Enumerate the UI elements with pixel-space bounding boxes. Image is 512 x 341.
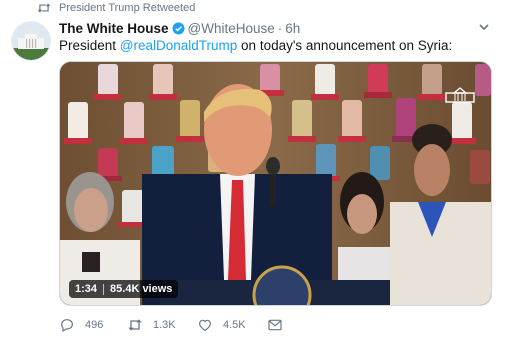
tweet-text: President @realDonaldTrump on today's an… (59, 38, 452, 53)
video-player[interactable]: 1:34 85.4K views (59, 61, 492, 306)
timestamp[interactable]: 6h (285, 21, 300, 36)
verified-badge-icon (172, 22, 184, 34)
heart-icon (199, 319, 211, 332)
like-button[interactable]: 4.5K (197, 317, 267, 333)
white-house-avatar-image (12, 22, 50, 60)
mention-link[interactable]: @realDonaldTrump (120, 38, 238, 53)
video-duration: 1:34 (75, 283, 98, 295)
separator-dot: · (277, 20, 283, 36)
direct-message-button[interactable] (267, 317, 293, 333)
avatar[interactable] (11, 21, 51, 61)
video-thumbnail (60, 62, 491, 305)
video-duration-badge: 1:34 85.4K views (69, 280, 179, 298)
chevron-down-icon[interactable] (478, 21, 490, 33)
tweet-header: The White House @WhiteHouse · 6h (59, 19, 482, 37)
retweet-context[interactable]: President Trump Retweeted (37, 0, 195, 16)
white-house-logo-icon (445, 87, 475, 103)
tweet-text-end: on today's announcement on Syria: (237, 38, 453, 53)
retweet-icon (37, 3, 51, 13)
retweet-button[interactable]: 1.3K (127, 317, 197, 333)
retweet-count: 1.3K (153, 319, 176, 331)
display-name[interactable]: The White House (59, 21, 169, 36)
badge-divider (103, 283, 105, 295)
retweet-icon (128, 319, 142, 331)
like-count: 4.5K (223, 319, 246, 331)
handle[interactable]: @WhiteHouse (188, 21, 275, 36)
retweet-label: President Trump Retweeted (59, 2, 196, 14)
tweet-actions: 496 1.3K 4.5K (59, 315, 293, 335)
reply-count: 496 (85, 319, 104, 331)
reply-icon (61, 319, 73, 333)
view-count: 85.4K views (110, 283, 173, 295)
tweet-text-start: President (59, 38, 120, 53)
envelope-icon (268, 319, 282, 331)
reply-button[interactable]: 496 (59, 317, 127, 333)
